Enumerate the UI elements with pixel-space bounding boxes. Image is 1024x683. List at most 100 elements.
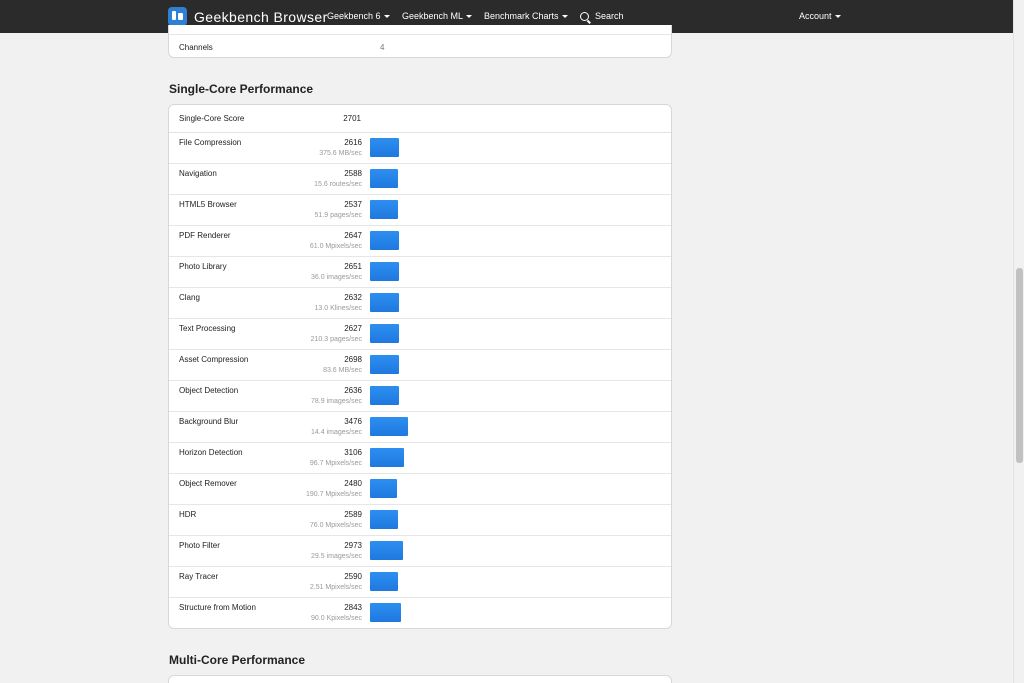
caret-down-icon bbox=[834, 14, 841, 18]
benchmark-score: 2480 bbox=[344, 479, 362, 488]
benchmark-name: Ray Tracer bbox=[179, 572, 219, 581]
benchmark-row: HDR 2589 76.0 Mpixels/sec bbox=[169, 505, 671, 536]
benchmark-rate: 90.0 Kpixels/sec bbox=[311, 615, 362, 622]
benchmark-rate: 51.9 pages/sec bbox=[314, 212, 362, 219]
benchmark-score: 2627 bbox=[344, 324, 362, 333]
benchmark-rate: 36.0 images/sec bbox=[311, 274, 362, 281]
benchmark-rate: 96.7 Mpixels/sec bbox=[309, 460, 362, 467]
scrollbar-thumb[interactable] bbox=[1016, 268, 1023, 463]
benchmark-score: 2589 bbox=[344, 510, 362, 519]
benchmark-name: Asset Compression bbox=[179, 355, 249, 364]
benchmark-score: 2616 bbox=[344, 138, 362, 147]
nav-benchmark-charts-dropdown[interactable]: Benchmark Charts bbox=[484, 11, 568, 21]
benchmark-score-bar bbox=[370, 231, 399, 250]
benchmark-rate: 190.7 Mpixels/sec bbox=[305, 491, 362, 498]
benchmark-score: 2698 bbox=[344, 355, 362, 364]
benchmark-row: Object Detection 2636 78.9 images/sec bbox=[169, 381, 671, 412]
divider bbox=[169, 34, 671, 35]
benchmark-score-bar bbox=[370, 293, 399, 312]
benchmark-name: HDR bbox=[179, 510, 197, 519]
benchmark-score: 2632 bbox=[344, 293, 362, 302]
benchmark-score-bar bbox=[370, 386, 399, 405]
single-core-score-row: Single-Core Score 2701 bbox=[169, 105, 671, 133]
benchmark-row: Navigation 2588 15.6 routes/sec bbox=[169, 164, 671, 195]
benchmark-rate: 83.6 MB/sec bbox=[323, 367, 362, 374]
benchmark-name: Text Processing bbox=[179, 324, 236, 333]
page-scrollbar[interactable] bbox=[1013, 0, 1024, 683]
caret-down-icon bbox=[466, 14, 473, 18]
search-icon bbox=[580, 11, 589, 21]
benchmark-row: Structure from Motion 2843 90.0 Kpixels/se… bbox=[169, 598, 671, 629]
benchmark-name: File Compression bbox=[179, 138, 242, 147]
benchmark-score: 3106 bbox=[344, 448, 362, 457]
nav-geekbench-ml-dropdown[interactable]: Geekbench ML bbox=[402, 11, 473, 21]
nav-search-link[interactable]: Search bbox=[580, 11, 624, 21]
benchmark-name: Object Detection bbox=[179, 386, 239, 395]
benchmark-name: HTML5 Browser bbox=[179, 200, 237, 209]
benchmark-row: File Compression 2616 375.6 MB/sec bbox=[169, 133, 671, 164]
nav-search-label: Search bbox=[595, 11, 624, 21]
single-core-score-label: Single-Core Score bbox=[179, 114, 245, 123]
nav-geekbench-ml-label: Geekbench ML bbox=[402, 11, 464, 21]
benchmark-row: PDF Renderer 2647 61.0 Mpixels/sec bbox=[169, 226, 671, 257]
benchmark-row: Asset Compression 2698 83.6 MB/sec bbox=[169, 350, 671, 381]
benchmark-score: 2843 bbox=[344, 603, 362, 612]
system-info-card: Channels 4 bbox=[168, 25, 672, 58]
benchmark-score-bar bbox=[370, 448, 404, 467]
benchmark-rate: 29.5 images/sec bbox=[311, 553, 362, 560]
benchmark-rate: 78.9 images/sec bbox=[311, 398, 362, 405]
benchmark-score-bar bbox=[370, 169, 398, 188]
nav-geekbench6-dropdown[interactable]: Geekbench 6 bbox=[327, 11, 390, 21]
benchmark-name: Photo Library bbox=[179, 262, 227, 271]
benchmark-score-bar bbox=[370, 262, 399, 281]
benchmark-name: Background Blur bbox=[179, 417, 239, 426]
benchmark-score: 2651 bbox=[344, 262, 362, 271]
benchmark-name: Object Remover bbox=[179, 479, 237, 488]
caret-down-icon bbox=[383, 14, 390, 18]
benchmark-row: Text Processing 2627 210.3 pages/sec bbox=[169, 319, 671, 350]
benchmark-score-bar bbox=[370, 479, 397, 498]
multi-core-title: Multi-Core Performance bbox=[169, 653, 306, 667]
channels-value: 4 bbox=[380, 43, 385, 52]
benchmark-row: Photo Filter 2973 29.5 images/sec bbox=[169, 536, 671, 567]
benchmark-score-bar bbox=[370, 510, 398, 529]
benchmark-score: 2636 bbox=[344, 386, 362, 395]
benchmark-name: PDF Renderer bbox=[179, 231, 231, 240]
benchmark-row: Object Remover 2480 190.7 Mpixels/sec bbox=[169, 474, 671, 505]
caret-down-icon bbox=[561, 14, 568, 18]
benchmark-score: 2588 bbox=[344, 169, 362, 178]
benchmark-row: Clang 2632 13.0 Klines/sec bbox=[169, 288, 671, 319]
benchmark-score: 2647 bbox=[344, 231, 362, 240]
benchmark-name: Horizon Detection bbox=[179, 448, 243, 457]
benchmark-row: Background Blur 3476 14.4 images/sec bbox=[169, 412, 671, 443]
benchmark-rate: 375.6 MB/sec bbox=[319, 150, 362, 157]
nav-account-dropdown[interactable]: Account bbox=[799, 11, 841, 21]
benchmark-score-bar bbox=[370, 138, 399, 157]
channels-label: Channels bbox=[179, 43, 213, 52]
benchmark-row: HTML5 Browser 2537 51.9 pages/sec bbox=[169, 195, 671, 226]
benchmark-score: 3476 bbox=[344, 417, 362, 426]
benchmark-rate: 2.51 Mpixels/sec bbox=[309, 584, 362, 591]
benchmark-rate: 61.0 Mpixels/sec bbox=[309, 243, 362, 250]
benchmark-score-bar bbox=[370, 324, 399, 343]
nav-geekbench6-label: Geekbench 6 bbox=[327, 11, 381, 21]
single-core-card: Single-Core Score 2701 File Compression 2… bbox=[168, 104, 672, 629]
benchmark-score-bar bbox=[370, 355, 399, 374]
benchmark-list: File Compression 2616 375.6 MB/sec Navigati… bbox=[169, 133, 671, 629]
benchmark-rate: 15.6 routes/sec bbox=[314, 181, 362, 188]
benchmark-name: Navigation bbox=[179, 169, 217, 178]
benchmark-score-bar bbox=[370, 572, 398, 591]
geekbench-logo-icon bbox=[168, 7, 187, 26]
benchmark-score-bar bbox=[370, 541, 403, 560]
benchmark-rate: 14.4 images/sec bbox=[311, 429, 362, 436]
nav-account-label: Account bbox=[799, 11, 832, 21]
benchmark-name: Photo Filter bbox=[179, 541, 220, 550]
benchmark-rate: 76.0 Mpixels/sec bbox=[309, 522, 362, 529]
benchmark-rate: 13.0 Klines/sec bbox=[314, 305, 362, 312]
benchmark-score-bar bbox=[370, 200, 398, 219]
benchmark-score: 2973 bbox=[344, 541, 362, 550]
brand-link[interactable]: Geekbench Browser bbox=[168, 7, 328, 26]
benchmark-score-bar bbox=[370, 603, 401, 622]
benchmark-score: 2590 bbox=[344, 572, 362, 581]
benchmark-name: Structure from Motion bbox=[179, 603, 256, 612]
